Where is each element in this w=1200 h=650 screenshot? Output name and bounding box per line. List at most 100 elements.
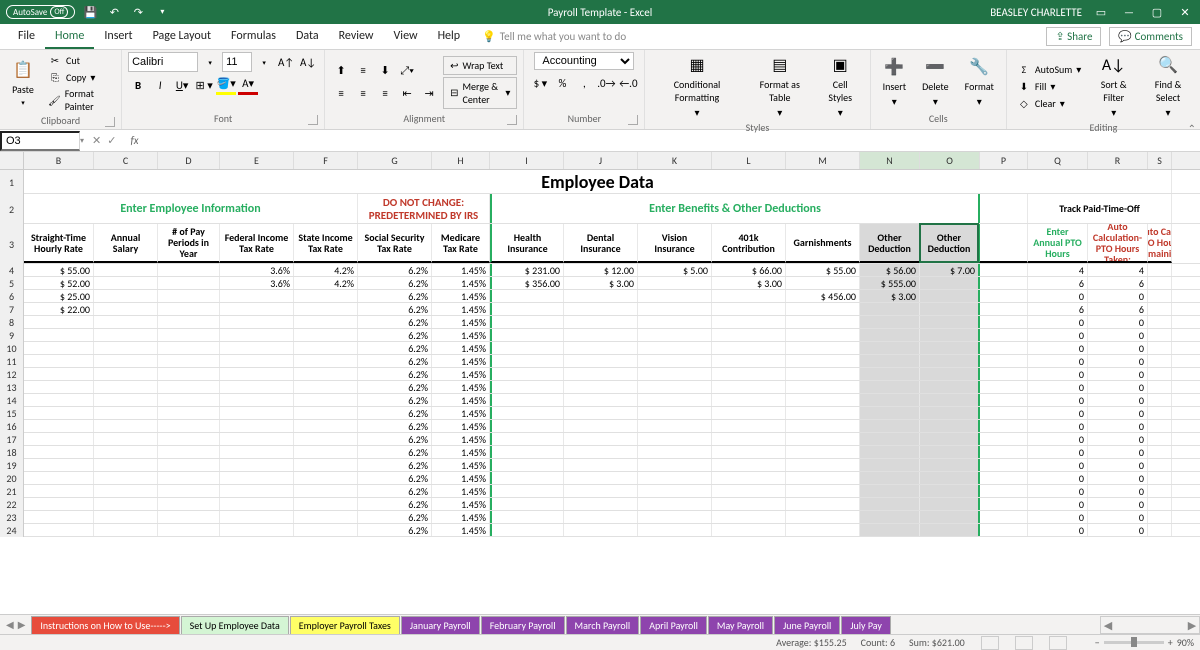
enter-formula-icon[interactable]: ✓ (107, 134, 116, 147)
cell-R18[interactable]: 0 (1088, 446, 1148, 458)
cell-C24[interactable] (94, 524, 158, 536)
cell-R20[interactable]: 0 (1088, 472, 1148, 484)
cell-D18[interactable] (158, 446, 220, 458)
cell-L8[interactable] (712, 316, 786, 328)
tab-data[interactable]: Data (286, 25, 329, 49)
cell-F21[interactable] (294, 485, 358, 497)
cell-S24[interactable] (1148, 524, 1172, 536)
cell-H14[interactable]: 1.45% (432, 394, 490, 406)
cell-L23[interactable] (712, 511, 786, 523)
cell-I6[interactable] (490, 290, 564, 302)
cell-L24[interactable] (712, 524, 786, 536)
cell-R11[interactable]: 0 (1088, 355, 1148, 367)
cell-N21[interactable] (860, 485, 920, 497)
cell-R8[interactable]: 0 (1088, 316, 1148, 328)
cell-D8[interactable] (158, 316, 220, 328)
cell-G18[interactable]: 6.2% (358, 446, 432, 458)
cell-B10[interactable] (24, 342, 94, 354)
cell-O23[interactable] (920, 511, 980, 523)
cell-S8[interactable] (1148, 316, 1172, 328)
tab-help[interactable]: Help (428, 25, 471, 49)
normal-view-icon[interactable] (981, 636, 999, 650)
cell-G19[interactable]: 6.2% (358, 459, 432, 471)
cell-P12[interactable] (980, 368, 1028, 380)
cell-I10[interactable] (490, 342, 564, 354)
cell-B8[interactable] (24, 316, 94, 328)
cell-I17[interactable] (490, 433, 564, 445)
cell-L9[interactable] (712, 329, 786, 341)
cell-P15[interactable] (980, 407, 1028, 419)
cell-G14[interactable]: 6.2% (358, 394, 432, 406)
cell-O16[interactable] (920, 420, 980, 432)
cell-H24[interactable]: 1.45% (432, 524, 490, 536)
cell-I22[interactable] (490, 498, 564, 510)
sheet-tab-8[interactable]: June Payroll (774, 616, 840, 634)
cell-K24[interactable] (638, 524, 712, 536)
cell-K16[interactable] (638, 420, 712, 432)
cell-Q11[interactable]: 0 (1028, 355, 1088, 367)
underline-button[interactable]: U ▾ (172, 75, 192, 95)
cell-O11[interactable] (920, 355, 980, 367)
cell-G23[interactable]: 6.2% (358, 511, 432, 523)
row-header-12[interactable]: 12 (0, 368, 24, 381)
cell-L14[interactable] (712, 394, 786, 406)
formula-input[interactable] (145, 139, 1200, 143)
row-header-15[interactable]: 15 (0, 407, 24, 420)
horizontal-scrollbar[interactable]: ◀▶ (1100, 616, 1200, 634)
cell-J20[interactable] (564, 472, 638, 484)
format-cells-button[interactable]: 🔧Format▾ (959, 54, 1000, 110)
cell-S18[interactable] (1148, 446, 1172, 458)
cell-S23[interactable] (1148, 511, 1172, 523)
cell-H4[interactable]: 1.45% (432, 264, 490, 276)
cell-J17[interactable] (564, 433, 638, 445)
cell-S21[interactable] (1148, 485, 1172, 497)
cell-D13[interactable] (158, 381, 220, 393)
cell-O18[interactable] (920, 446, 980, 458)
row-header-4[interactable]: 4 (0, 264, 24, 277)
number-format-select[interactable]: Accounting (534, 52, 634, 70)
zoom-out-icon[interactable]: − (1095, 636, 1100, 649)
fill-button[interactable]: ⬇Fill ▾ (1013, 79, 1085, 95)
cell-I8[interactable] (490, 316, 564, 328)
cell-Q5[interactable]: 6 (1028, 277, 1088, 289)
find-select-button[interactable]: 🔍Find & Select▾ (1142, 52, 1194, 121)
cell-R9[interactable]: 0 (1088, 329, 1148, 341)
row-header-14[interactable]: 14 (0, 394, 24, 407)
cell-P19[interactable] (980, 459, 1028, 471)
sheet-tab-3[interactable]: January Payroll (401, 616, 480, 634)
cell-C15[interactable] (94, 407, 158, 419)
cell-J22[interactable] (564, 498, 638, 510)
cell-I19[interactable] (490, 459, 564, 471)
maximize-icon[interactable]: ▢ (1148, 3, 1166, 21)
cell-L20[interactable] (712, 472, 786, 484)
cell-D9[interactable] (158, 329, 220, 341)
align-middle-icon[interactable]: ≡ (353, 61, 373, 81)
sheet-tab-2[interactable]: Employer Payroll Taxes (290, 616, 400, 634)
cell-N11[interactable] (860, 355, 920, 367)
cell-L21[interactable] (712, 485, 786, 497)
cell-K22[interactable] (638, 498, 712, 510)
cell-Q9[interactable]: 0 (1028, 329, 1088, 341)
cell-G8[interactable]: 6.2% (358, 316, 432, 328)
cell-B4[interactable]: $ 55.00 (24, 264, 94, 276)
cell-F17[interactable] (294, 433, 358, 445)
cell-F11[interactable] (294, 355, 358, 367)
col-header-R[interactable]: R (1088, 152, 1148, 169)
cell-C14[interactable] (94, 394, 158, 406)
cell-C5[interactable] (94, 277, 158, 289)
cell-Q18[interactable]: 0 (1028, 446, 1088, 458)
zoom-slider[interactable] (1104, 641, 1164, 644)
cell-N24[interactable] (860, 524, 920, 536)
cell-M11[interactable] (786, 355, 860, 367)
cell-I5[interactable]: $ 356.00 (490, 277, 564, 289)
cell-K5[interactable] (638, 277, 712, 289)
spreadsheet-grid[interactable]: BCDEFGHIJKLMNOPQRS 1Employee Data2Enter … (0, 152, 1200, 537)
cell-H12[interactable]: 1.45% (432, 368, 490, 380)
cell-K11[interactable] (638, 355, 712, 367)
insert-cells-button[interactable]: ➕Insert▾ (877, 54, 913, 110)
bold-button[interactable]: B (128, 75, 148, 95)
collapse-ribbon-icon[interactable]: ⌃ (1188, 122, 1196, 135)
cell-O19[interactable] (920, 459, 980, 471)
cell-M21[interactable] (786, 485, 860, 497)
cell-P24[interactable] (980, 524, 1028, 536)
